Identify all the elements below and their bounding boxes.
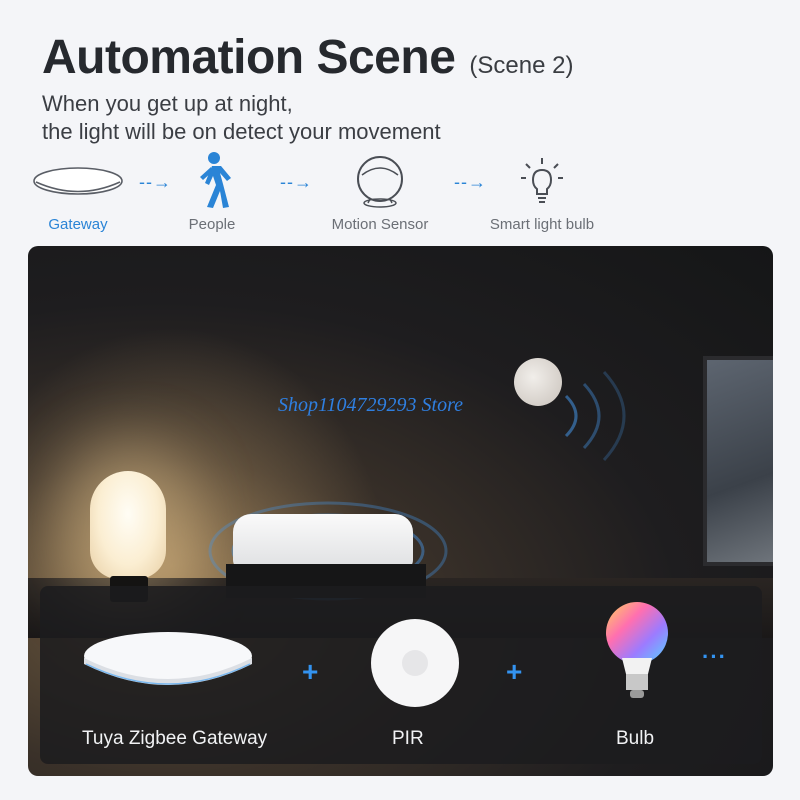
flow-diagram: Gateway - - → People - - → Motion Sensor… [0, 150, 800, 240]
flow-step-people: People [142, 150, 282, 233]
page-title: Automation Scene [42, 31, 456, 84]
plus-icon: + [302, 656, 319, 687]
gateway-device-photo [233, 514, 413, 570]
motion-sensor-photo [514, 358, 562, 406]
product-gateway [80, 626, 260, 701]
flow-label-people: People [188, 216, 236, 233]
product-label-bulb: Bulb [616, 728, 655, 749]
plus-icon: + [506, 656, 523, 687]
rgb-bulb-icon [606, 602, 668, 698]
subtitle-line-2: the light will be on detect your movemen… [42, 119, 441, 144]
scene-label: (Scene 2) [469, 52, 574, 79]
more-icon: ··· [702, 644, 727, 669]
flow-label-smart-bulb: Smart light bulb [489, 216, 595, 233]
store-watermark: Shop1104729293 Store [278, 394, 463, 416]
sensor-waves [564, 370, 626, 462]
flow-label-motion-sensor: Motion Sensor [331, 216, 429, 233]
flow-step-motion-sensor: Motion Sensor [310, 150, 450, 233]
product-strip: Tuya Zigbee Gateway + PIR + Bulb ··· [40, 586, 762, 764]
lamp-globe [90, 471, 166, 579]
flow-step-smart-bulb: Smart light bulb [472, 150, 612, 233]
product-bulb [602, 600, 672, 715]
flow-label-gateway: Gateway [48, 216, 108, 233]
light-bulb-icon [472, 150, 612, 212]
subtitle-line-1: When you get up at night, [42, 91, 293, 116]
scene-photo: Shop1104729293 Store Tuya Zigbee Gateway… [28, 246, 773, 776]
arrow-icon: - - → [280, 172, 312, 192]
flow-step-gateway: Gateway [8, 150, 148, 233]
gateway-device-icon [84, 632, 252, 685]
walking-person-icon [142, 150, 282, 212]
title-row: Automation Scene (Scene 2) [42, 30, 573, 85]
product-pir [370, 618, 460, 713]
subtitle: When you get up at night, the light will… [42, 90, 441, 146]
product-label-pir: PIR [392, 728, 424, 749]
gateway-icon [8, 150, 148, 212]
product-label-gateway: Tuya Zigbee Gateway [82, 728, 268, 749]
pir-sensor-icon [371, 619, 459, 707]
motion-sensor-icon [310, 150, 450, 212]
wall-picture-frame [703, 356, 773, 566]
